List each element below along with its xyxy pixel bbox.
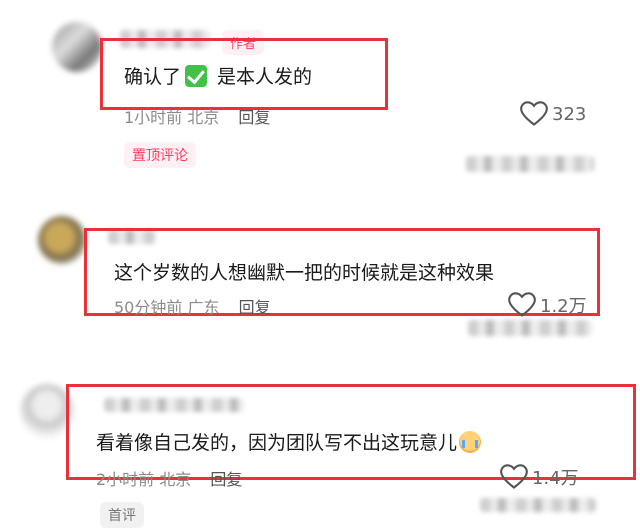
comment-meta: 1小时前 北京 回复 [124, 108, 271, 127]
comment-meta: 2小时前 北京 回复 [96, 470, 243, 489]
like-count: 323 [552, 103, 587, 125]
comment-text: 这个岁数的人想幽默一把的时候就是这种效果 [114, 262, 495, 284]
expand-replies[interactable] [480, 498, 596, 512]
like-count: 1.4万 [532, 468, 579, 489]
avatar[interactable] [52, 22, 102, 72]
comment-3: 看着像自己发的，因为团队写不出这玩意儿 2小时前 北京 回复 1.4万 首评 [0, 370, 640, 528]
crying-face-icon [459, 431, 482, 453]
reply-button[interactable]: 回复 [238, 108, 270, 127]
expand-replies[interactable] [468, 320, 592, 336]
like-button[interactable]: 1.4万 [500, 464, 579, 490]
pinned-tag: 置顶评论 [124, 142, 196, 168]
check-mark-icon [185, 65, 208, 87]
expand-replies[interactable] [466, 156, 594, 172]
comment-text: 看着像自己发的，因为团队写不出这玩意儿 [96, 428, 482, 455]
first-comment-tag: 首评 [100, 502, 144, 528]
comment-1: 作者 确认了 是本人发的 1小时前 北京 回复 323 置顶评论 [0, 0, 640, 200]
comment-2: 这个岁数的人想幽默一把的时候就是这种效果 50分钟前 广东 回复 1.2万 [0, 200, 640, 370]
like-button[interactable]: 1.2万 [508, 292, 587, 318]
reply-button[interactable]: 回复 [239, 298, 271, 317]
avatar[interactable] [38, 216, 86, 264]
like-button[interactable]: 323 [520, 101, 586, 127]
heart-icon [500, 464, 528, 489]
comment-meta: 50分钟前 广东 回复 [114, 298, 271, 317]
heart-icon [520, 101, 548, 126]
like-count: 1.2万 [540, 296, 587, 317]
heart-icon [508, 292, 536, 317]
reply-button[interactable]: 回复 [210, 470, 242, 489]
comment-text: 确认了 是本人发的 [124, 65, 313, 88]
